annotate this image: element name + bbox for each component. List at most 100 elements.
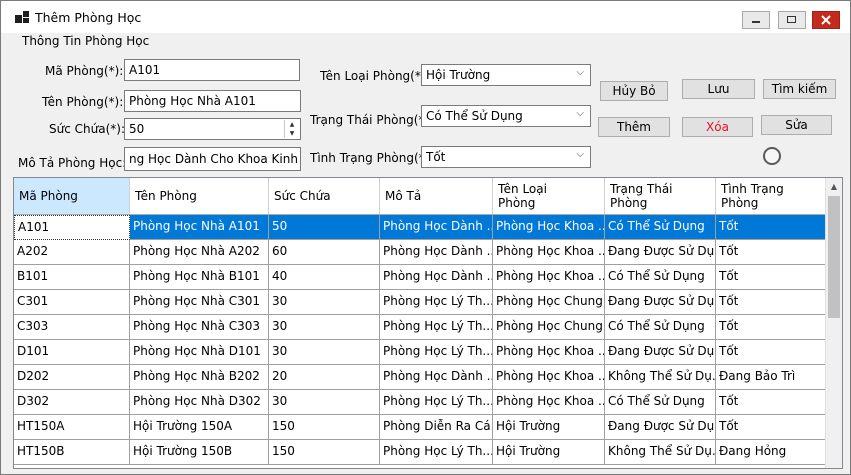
table-row[interactable]: B101 Phòng Học Nhà B101 40 Phòng Học Dành .… <box>14 265 830 290</box>
cell-ma-phong[interactable]: HT150A <box>14 415 130 440</box>
cell-ten-phong[interactable]: Phòng Học Nhà C303 <box>130 315 269 340</box>
cell-mo-ta[interactable]: Phòng Học Lý Th... <box>380 315 493 340</box>
table-row[interactable]: HT150B Hội Trường 150B 150 Phòng Học Lý Th.… <box>14 440 830 465</box>
cell-mo-ta[interactable]: Phòng Học Lý Th... <box>380 440 493 465</box>
cell-ma-phong[interactable]: A202 <box>14 240 130 265</box>
cell-ten-phong[interactable]: Phòng Học Nhà C301 <box>130 290 269 315</box>
cell-tinh-trang-phong[interactable]: Tốt <box>716 290 830 315</box>
column-header-suc-chua[interactable]: Sức Chứa <box>269 178 380 214</box>
cell-trang-thai-phong[interactable]: Có Thể Sử Dụng <box>605 315 716 340</box>
table-row[interactable]: A101 Phòng Học Nhà A101 50 Phòng Học Dành .… <box>14 215 830 240</box>
cell-ten-loai-phong[interactable]: Phòng Học Khoa ... <box>493 390 605 415</box>
cell-ten-phong[interactable]: Phòng Học Nhà B202 <box>130 365 269 390</box>
mo-ta-input[interactable]: ng Học Dành Cho Khoa Kinh Tế <box>124 147 301 171</box>
cell-ten-loai-phong[interactable]: Phòng Học Khoa ... <box>493 365 605 390</box>
maximize-button[interactable] <box>778 11 806 29</box>
cell-suc-chua[interactable]: 20 <box>269 365 380 390</box>
cell-tinh-trang-phong[interactable]: Tốt <box>716 390 830 415</box>
scroll-up-icon[interactable]: ▲ <box>826 178 842 195</box>
ma-phong-input[interactable]: A101 <box>124 59 300 81</box>
cell-tinh-trang-phong[interactable]: Tốt <box>716 215 830 240</box>
them-button[interactable]: Thêm <box>598 117 670 137</box>
minimize-button[interactable] <box>742 11 770 29</box>
cell-ma-phong[interactable]: HT150B <box>14 440 130 465</box>
cell-ten-loai-phong[interactable]: Hội Trường <box>493 440 605 465</box>
table-row[interactable]: C303 Phòng Học Nhà C303 30 Phòng Học Lý Th.… <box>14 315 830 340</box>
cell-suc-chua[interactable]: 40 <box>269 265 380 290</box>
cell-ten-loai-phong[interactable]: Phòng Học Khoa ... <box>493 215 605 240</box>
column-header-tinh-trang-phong[interactable]: Tình Trạng Phòng <box>716 178 830 214</box>
cell-ten-loai-phong[interactable]: Phòng Học Khoa ... <box>493 240 605 265</box>
cell-mo-ta[interactable]: Phòng Học Lý Th... <box>380 390 493 415</box>
cell-ma-phong[interactable]: B101 <box>14 265 130 290</box>
cell-ten-phong[interactable]: Phòng Học Nhà D101 <box>130 340 269 365</box>
cell-mo-ta[interactable]: Phòng Học Dành ... <box>380 365 493 390</box>
cell-ten-loai-phong[interactable]: Phòng Học Khoa ... <box>493 340 605 365</box>
column-header-trang-thai-phong[interactable]: Trạng Thái Phòng <box>605 178 716 214</box>
table-row[interactable]: D202 Phòng Học Nhà B202 20 Phòng Học Dành .… <box>14 365 830 390</box>
cell-ten-phong[interactable]: Hội Trường 150B <box>130 440 269 465</box>
column-header-ten-phong[interactable]: Tên Phòng <box>130 178 269 214</box>
cell-suc-chua[interactable]: 150 <box>269 440 380 465</box>
cell-trang-thai-phong[interactable]: Có Thể Sử Dụng <box>605 390 716 415</box>
cell-ten-loai-phong[interactable]: Hội Trường <box>493 415 605 440</box>
cell-suc-chua[interactable]: 30 <box>269 390 380 415</box>
huy-bo-button[interactable]: Hủy Bỏ <box>600 81 668 101</box>
cell-ma-phong[interactable]: A101 <box>14 215 130 240</box>
cell-trang-thai-phong[interactable]: Không Thể Sử Dụ... <box>605 440 716 465</box>
cell-trang-thai-phong[interactable]: Đang Được Sử Dụ... <box>605 240 716 265</box>
cell-ten-phong[interactable]: Phòng Học Nhà A101 <box>130 215 269 240</box>
cell-ma-phong[interactable]: D101 <box>14 340 130 365</box>
cell-trang-thai-phong[interactable]: Đang Được Sử Dụ... <box>605 415 716 440</box>
cell-tinh-trang-phong[interactable]: Tốt <box>716 415 830 440</box>
vertical-scrollbar[interactable]: ▲ <box>825 178 842 468</box>
cell-suc-chua[interactable]: 30 <box>269 290 380 315</box>
cell-trang-thai-phong[interactable]: Đang Được Sử Dụ... <box>605 290 716 315</box>
cell-suc-chua[interactable]: 150 <box>269 415 380 440</box>
tinh-trang-phong-select[interactable]: Tốt ⌵ <box>421 146 591 168</box>
cell-ten-loai-phong[interactable]: Phòng Học Khoa ... <box>493 265 605 290</box>
cell-suc-chua[interactable]: 50 <box>269 215 380 240</box>
cell-tinh-trang-phong[interactable]: Tốt <box>716 265 830 290</box>
close-button[interactable] <box>812 11 840 29</box>
cell-mo-ta[interactable]: Phòng Học Dành ... <box>380 240 493 265</box>
cell-suc-chua[interactable]: 30 <box>269 315 380 340</box>
column-header-mo-ta[interactable]: Mô Tả <box>380 178 493 214</box>
cell-suc-chua[interactable]: 30 <box>269 340 380 365</box>
cell-suc-chua[interactable]: 60 <box>269 240 380 265</box>
cell-ma-phong[interactable]: C303 <box>14 315 130 340</box>
sua-button[interactable]: Sửa <box>761 115 832 135</box>
cell-ten-phong[interactable]: Phòng Học Nhà D302 <box>130 390 269 415</box>
table-row[interactable]: D302 Phòng Học Nhà D302 30 Phòng Học Lý Th.… <box>14 390 830 415</box>
stepper-buttons[interactable]: ▲ ▼ <box>284 120 299 138</box>
table-row[interactable]: A202 Phòng Học Nhà A202 60 Phòng Học Dành .… <box>14 240 830 265</box>
tim-kiem-button[interactable]: Tìm kiếm <box>763 79 836 99</box>
cell-tinh-trang-phong[interactable]: Tốt <box>716 315 830 340</box>
cell-tinh-trang-phong[interactable]: Tốt <box>716 340 830 365</box>
table-row[interactable]: D101 Phòng Học Nhà D101 30 Phòng Học Lý Th.… <box>14 340 830 365</box>
ten-phong-input[interactable]: Phòng Học Nhà A101 <box>124 90 301 112</box>
column-header-ma-phong[interactable]: Mã Phòng <box>14 178 130 214</box>
suc-chua-stepper[interactable]: 50 ▲ ▼ <box>124 118 301 140</box>
luu-button[interactable]: Lưu <box>682 79 755 99</box>
xoa-button[interactable]: Xóa <box>682 117 753 137</box>
trang-thai-phong-select[interactable]: Có Thể Sử Dụng ⌵ <box>421 105 591 127</box>
table-row[interactable]: HT150A Hội Trường 150A 150 Phòng Diễn Ra Cá… <box>14 415 830 440</box>
cell-ma-phong[interactable]: D202 <box>14 365 130 390</box>
cell-trang-thai-phong[interactable]: Không Thể Sử Dụ... <box>605 365 716 390</box>
cell-mo-ta[interactable]: Phòng Diễn Ra Cá... <box>380 415 493 440</box>
cell-ma-phong[interactable]: C301 <box>14 290 130 315</box>
table-row[interactable]: C301 Phòng Học Nhà C301 30 Phòng Học Lý Th.… <box>14 290 830 315</box>
cell-tinh-trang-phong[interactable]: Đang Bảo Trì <box>716 365 830 390</box>
column-header-ten-loai-phong[interactable]: Tên Loại Phòng <box>493 178 605 214</box>
cell-mo-ta[interactable]: Phòng Học Dành ... <box>380 215 493 240</box>
cell-tinh-trang-phong[interactable]: Tốt <box>716 240 830 265</box>
cell-ten-phong[interactable]: Phòng Học Nhà A202 <box>130 240 269 265</box>
cell-mo-ta[interactable]: Phòng Học Lý Th... <box>380 290 493 315</box>
cell-mo-ta[interactable]: Phòng Học Dành ... <box>380 265 493 290</box>
cell-ten-phong[interactable]: Phòng Học Nhà B101 <box>130 265 269 290</box>
cell-mo-ta[interactable]: Phòng Học Lý Th... <box>380 340 493 365</box>
stepper-up-icon[interactable]: ▲ <box>285 120 299 129</box>
cell-ten-phong[interactable]: Hội Trường 150A <box>130 415 269 440</box>
cell-trang-thai-phong[interactable]: Đang Được Sử Dụ... <box>605 340 716 365</box>
